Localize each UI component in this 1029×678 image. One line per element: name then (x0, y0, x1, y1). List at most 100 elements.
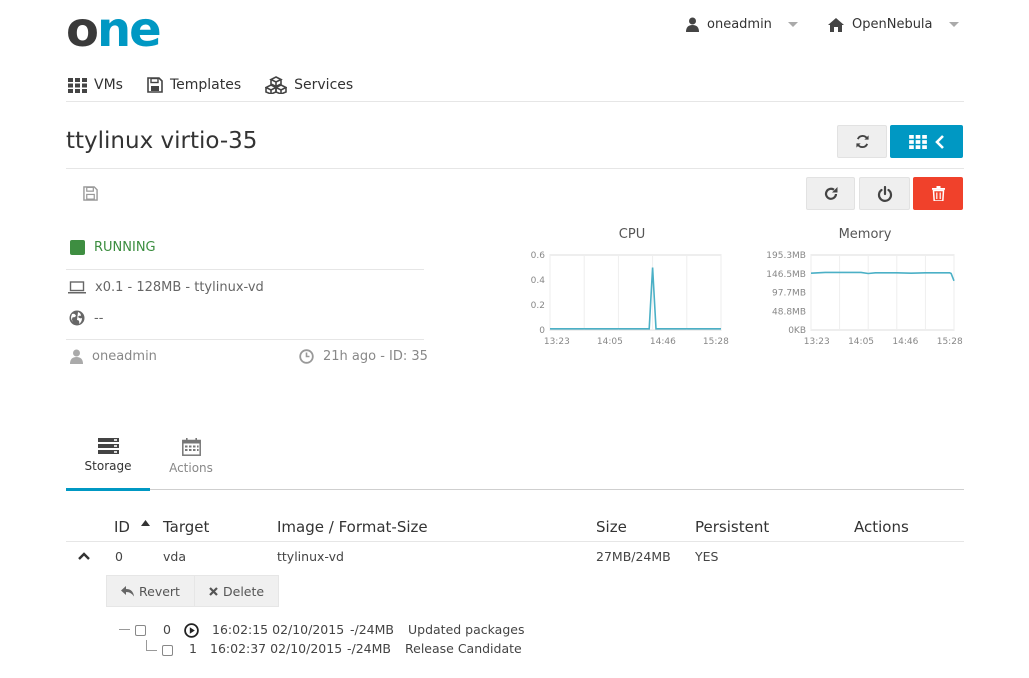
home-icon (828, 17, 844, 32)
column-header-persistent[interactable]: Persistent (695, 518, 769, 536)
active-tab-indicator (66, 488, 150, 491)
x-tick-label: 14:46 (650, 337, 676, 347)
revert-label: Revert (139, 583, 180, 599)
active-snapshot-icon (184, 623, 199, 638)
disk-image: ttylinux-vd (277, 549, 344, 564)
nav-label: Templates (169, 77, 242, 93)
y-tick-label: 48.8MB (772, 307, 806, 317)
y-tick-label: 195.3MB (766, 251, 806, 261)
divider (66, 168, 964, 169)
age-row: 21h ago - ID: 35 (299, 349, 428, 364)
zone-name: OpenNebula (852, 17, 933, 32)
x-tick-label: 14:05 (848, 337, 874, 347)
reply-icon (121, 585, 134, 597)
clock-icon (299, 349, 314, 364)
tab-actions[interactable]: Actions (169, 438, 213, 475)
close-icon (209, 586, 218, 596)
tab-label: Storage (84, 459, 132, 473)
delete-label: Delete (223, 583, 265, 599)
plot-frame (549, 254, 722, 331)
y-tick-label: 0.6 (531, 251, 546, 261)
power-off-button[interactable] (859, 177, 910, 210)
x-tick-label: 13:23 (804, 337, 830, 347)
disk-size: 27MB/24MB (596, 549, 671, 564)
delete-button[interactable] (913, 177, 963, 210)
zone-menu[interactable]: OpenNebula (828, 17, 959, 32)
plot-frame (810, 254, 955, 331)
chevron-up-icon (78, 552, 90, 560)
column-header-size[interactable]: Size (596, 518, 627, 536)
x-tick-label: 14:46 (892, 337, 918, 347)
state-label: RUNNING (94, 240, 156, 255)
svg-text:one: one (66, 8, 160, 52)
grid-icon (909, 134, 927, 149)
refresh-icon (855, 134, 870, 149)
collapse-row-toggle[interactable] (78, 552, 90, 560)
x-tick-label: 15:28 (703, 337, 729, 347)
nav-label: VMs (94, 77, 123, 93)
nav-label: Services (294, 77, 354, 93)
snapshot-date: 16:02:37 02/10/2015 (210, 641, 343, 656)
revert-button[interactable]: Revert (106, 575, 195, 607)
divider (66, 339, 424, 340)
sort-ascending-icon (140, 520, 150, 526)
tree-branch (119, 629, 130, 630)
grid-icon (68, 77, 87, 93)
y-tick-label: 0.4 (531, 276, 546, 286)
owner-row: oneadmin (70, 349, 157, 364)
status-indicator (70, 240, 85, 255)
tab-storage[interactable]: Storage (84, 438, 132, 473)
memory-chart: 13:23 14:05 14:46 15:28 0KB 48.8MB 97.7MB 146.5… (766, 251, 963, 347)
cubes-icon (265, 76, 288, 94)
delete-snapshot-button[interactable]: Delete (194, 575, 280, 607)
snapshot-date: 16:02:15 02/10/2015 (212, 622, 345, 637)
snapshot-checkbox[interactable] (162, 645, 173, 656)
column-header-actions[interactable]: Actions (854, 518, 909, 536)
user-name: oneadmin (707, 17, 772, 32)
snapshot-id: 1 (189, 641, 197, 656)
ips-row: -- (69, 310, 103, 326)
tree-branch (146, 650, 157, 651)
nav-item-services[interactable]: Services (265, 76, 353, 94)
reboot-button[interactable] (806, 177, 855, 210)
refresh-button[interactable] (837, 125, 887, 158)
snapshot-name: Updated packages (408, 622, 525, 637)
snapshot-size: -/24MB (350, 622, 394, 637)
y-tick-label: 146.5MB (766, 270, 806, 280)
opennebula-logo[interactable]: one (66, 8, 184, 52)
snapshot-name: Release Candidate (405, 641, 522, 656)
tabs-divider (66, 489, 964, 490)
user-icon (686, 17, 699, 32)
column-header-id[interactable]: ID (114, 518, 150, 536)
save-icon[interactable] (83, 186, 98, 201)
x-tick-label: 13:23 (544, 337, 570, 347)
capacity-text: x0.1 - 128MB - ttylinux-vd (95, 280, 264, 295)
cpu-chart-title: CPU (618, 227, 646, 242)
main-nav: VMs Templates Services (68, 76, 353, 94)
globe-icon (69, 310, 85, 326)
y-tick-label: 97.7MB (772, 289, 806, 299)
repeat-icon (823, 186, 839, 202)
trash-icon (931, 186, 945, 201)
chevron-left-icon (935, 134, 944, 149)
server-icon (97, 438, 119, 454)
age-text: 21h ago - ID: 35 (323, 349, 428, 364)
y-tick-label: 0.2 (531, 301, 545, 311)
series-line (810, 271, 955, 282)
nav-item-templates[interactable]: Templates (147, 76, 241, 94)
chevron-down-icon (787, 22, 798, 27)
tree-branch (146, 640, 147, 650)
user-menu[interactable]: oneadmin (686, 17, 798, 32)
page-title: ttylinux virtio-35 (66, 128, 258, 154)
snapshot-checkbox[interactable] (135, 625, 146, 636)
divider (66, 269, 424, 270)
column-header-target[interactable]: Target (163, 518, 209, 536)
divider (66, 541, 964, 542)
nav-item-vms[interactable]: VMs (68, 76, 123, 94)
disk-id: 0 (115, 549, 123, 564)
column-header-image[interactable]: Image / Format-Size (277, 518, 428, 536)
ips-text: -- (94, 310, 104, 326)
owner-text: oneadmin (92, 349, 157, 364)
snapshot-size: -/24MB (347, 641, 391, 656)
back-to-list-button[interactable] (890, 125, 963, 158)
